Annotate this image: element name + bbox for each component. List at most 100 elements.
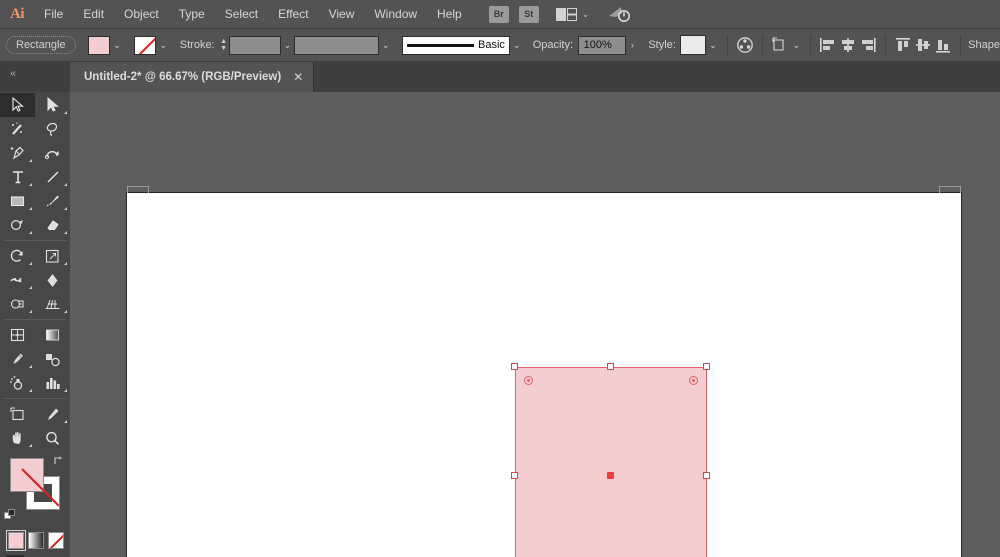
rectangle-tool[interactable]: [0, 189, 35, 213]
stock-button[interactable]: St: [518, 5, 539, 23]
fill-control[interactable]: ⌄: [87, 35, 125, 55]
tools-grid: [0, 92, 70, 450]
selection-tool[interactable]: [0, 93, 35, 117]
brush-definition-dropdown[interactable]: Basic: [401, 35, 510, 55]
handle-middle-right[interactable]: [703, 472, 710, 479]
align-bottom-icon[interactable]: [933, 34, 953, 56]
gradient-mode-button[interactable]: [28, 532, 44, 549]
lasso-tool[interactable]: [35, 117, 70, 141]
width-tool[interactable]: [0, 268, 35, 292]
stroke-profile-field[interactable]: [294, 35, 379, 55]
stroke-chevron-down-icon[interactable]: ⌄: [156, 36, 171, 55]
artboard-name-tab-right: [939, 186, 961, 193]
blend-tool[interactable]: [35, 347, 70, 371]
document-tab-bar: « Untitled-2* @ 66.67% (RGB/Preview) ✕: [0, 62, 1000, 92]
free-transform-tool[interactable]: [35, 268, 70, 292]
stroke-weight-chevron-down-icon[interactable]: ⌄: [281, 36, 295, 55]
scale-tool[interactable]: [35, 244, 70, 268]
menu-file[interactable]: File: [34, 0, 73, 29]
menu-select[interactable]: Select: [215, 0, 268, 29]
opacity-options-arrow-icon[interactable]: ›: [626, 36, 640, 55]
menu-edit[interactable]: Edit: [73, 0, 114, 29]
transform-chevron-down-icon[interactable]: ⌄: [790, 36, 804, 55]
artboard[interactable]: [126, 186, 962, 557]
tool-divider: [4, 398, 66, 399]
paintbrush-tool[interactable]: [35, 189, 70, 213]
none-mode-button[interactable]: [48, 532, 64, 549]
shape-label[interactable]: Shape: [968, 39, 1000, 51]
stroke-profile-chevron-down-icon[interactable]: ⌄: [379, 36, 393, 55]
brush-chevron-down-icon[interactable]: ⌄: [510, 36, 524, 55]
stroke-swatch-none[interactable]: [133, 35, 156, 55]
style-chevron-down-icon[interactable]: ⌄: [706, 36, 720, 55]
close-icon[interactable]: ✕: [293, 70, 303, 84]
tool-divider: [4, 240, 66, 241]
align-horizontal-center-icon[interactable]: [838, 34, 858, 56]
opacity-label: Opacity:: [532, 39, 574, 51]
tools-panel: [0, 92, 70, 557]
align-vertical-center-icon[interactable]: [913, 34, 933, 56]
eraser-tool[interactable]: [35, 213, 70, 237]
align-top-icon[interactable]: [893, 34, 913, 56]
rectangle-shape[interactable]: [515, 367, 707, 557]
zoom-tool[interactable]: [35, 426, 70, 450]
stroke-weight-field[interactable]: [228, 35, 281, 55]
arrange-chevron-down-icon[interactable]: ⌄: [582, 9, 590, 20]
line-segment-tool[interactable]: [35, 165, 70, 189]
menu-bar: Ai File Edit Object Type Select Effect V…: [0, 0, 1000, 29]
corner-radius-widget-top-left[interactable]: [524, 376, 533, 385]
slice-tool[interactable]: [35, 402, 70, 426]
direct-selection-tool[interactable]: [35, 93, 70, 117]
shaper-tool[interactable]: [0, 213, 35, 237]
align-right-icon[interactable]: [858, 34, 878, 56]
bridge-button[interactable]: Br: [488, 5, 509, 23]
document-tab[interactable]: Untitled-2* @ 66.67% (RGB/Preview) ✕: [70, 62, 315, 92]
menu-window[interactable]: Window: [364, 0, 427, 29]
color-mode-button[interactable]: [6, 530, 26, 551]
transform-icon[interactable]: [770, 34, 790, 56]
collapse-panel-icon[interactable]: «: [4, 66, 22, 80]
artboard-tool[interactable]: [0, 402, 35, 426]
handle-top-left[interactable]: [511, 363, 518, 370]
eyedropper-tool[interactable]: [0, 347, 35, 371]
swap-fill-stroke-icon[interactable]: [53, 455, 65, 467]
menu-type[interactable]: Type: [169, 0, 215, 29]
hand-tool[interactable]: [0, 426, 35, 450]
handle-top-center[interactable]: [607, 363, 614, 370]
pen-tool[interactable]: [0, 141, 35, 165]
menu-view[interactable]: View: [319, 0, 365, 29]
stroke-color-control[interactable]: ⌄: [133, 35, 171, 55]
fill-swatch[interactable]: [87, 35, 110, 55]
menu-help[interactable]: Help: [427, 0, 472, 29]
type-tool[interactable]: [0, 165, 35, 189]
align-left-icon[interactable]: [818, 34, 838, 56]
mesh-tool[interactable]: [0, 323, 35, 347]
handle-top-right[interactable]: [703, 363, 710, 370]
menu-effect[interactable]: Effect: [268, 0, 318, 29]
perspective-grid-tool[interactable]: [35, 292, 70, 316]
graphic-style-swatch[interactable]: [680, 35, 707, 55]
menu-object[interactable]: Object: [114, 0, 169, 29]
stroke-weight-stepper[interactable]: ▲ ▼: [219, 36, 229, 55]
fill-proxy-swatch[interactable]: [10, 458, 44, 492]
center-point: [607, 472, 614, 479]
creative-cloud-sync-icon[interactable]: [607, 4, 633, 24]
shape-builder-tool[interactable]: [0, 292, 35, 316]
default-fill-stroke-icon[interactable]: [4, 509, 17, 522]
illustrator-window: Ai File Edit Object Type Select Effect V…: [0, 0, 1000, 557]
handle-middle-left[interactable]: [511, 472, 518, 479]
gradient-tool[interactable]: [35, 323, 70, 347]
arrange-documents-icon[interactable]: [555, 7, 578, 21]
magic-wand-tool[interactable]: [0, 117, 35, 141]
stroke-label: Stroke:: [179, 39, 215, 51]
canvas-area[interactable]: [70, 92, 1000, 557]
curvature-tool[interactable]: [35, 141, 70, 165]
column-graph-tool[interactable]: [35, 371, 70, 395]
symbol-sprayer-tool[interactable]: [0, 371, 35, 395]
corner-radius-widget-top-right[interactable]: [689, 376, 698, 385]
selected-rectangle-group[interactable]: [511, 363, 711, 557]
recolor-artwork-icon[interactable]: [735, 34, 755, 56]
opacity-value-field[interactable]: 100%: [577, 35, 626, 55]
fill-chevron-down-icon[interactable]: ⌄: [110, 36, 125, 55]
rotate-tool[interactable]: [0, 244, 35, 268]
